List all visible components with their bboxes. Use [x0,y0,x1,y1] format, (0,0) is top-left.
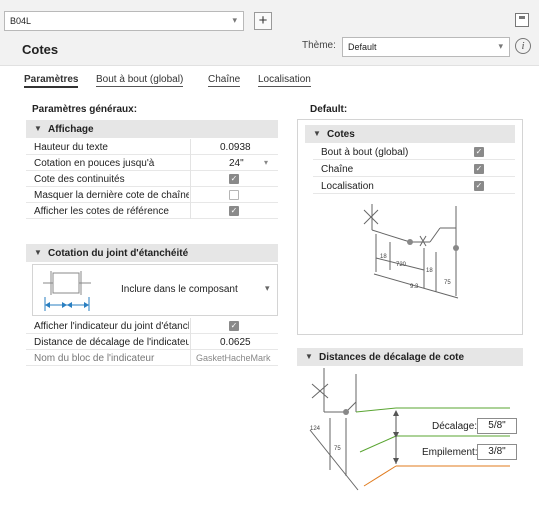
gasket-indicator-checkbox[interactable]: ✓ [229,321,239,331]
gasket-preview-icon [43,271,91,311]
row-label: Afficher les cotes de référence [34,206,169,217]
row-label: Masquer la dernière cote de chaîne [34,190,189,201]
row-nom-bloc: Nom du bloc de l'indicateur GasketHacheM… [26,350,278,366]
chevron-down-icon: ▾ [232,15,237,25]
row-label: Cotation en pouces jusqu'à [34,158,155,169]
collapse-triangle-icon: ▼ [34,248,42,257]
row-label: Bout à bout (global) [321,147,409,158]
chevron-down-icon[interactable]: ▾ [264,158,268,167]
collapse-triangle-icon: ▼ [313,129,321,138]
row-label: Afficher l'indicateur du joint d'étanché… [34,321,189,332]
chaine-checkbox[interactable]: ✓ [474,164,484,174]
row-label: Cote des continuités [34,174,125,185]
gasket-option-select[interactable]: Inclure dans le composant ▾ [32,264,278,316]
row-afficher-indicateur[interactable]: Afficher l'indicateur du joint d'étanché… [26,318,278,334]
tab-localisation[interactable]: Localisation [258,74,311,87]
inch-threshold-value[interactable]: 24" [229,158,244,169]
joint-group-header[interactable]: ▼ Cotation du joint d'étanchéité [26,244,278,262]
collapse-triangle-icon: ▼ [34,124,42,133]
save-icon[interactable] [515,13,529,27]
theme-select-value: Default [348,42,377,52]
dim-label: 9.3 [410,284,419,290]
info-icon[interactable]: i [515,38,531,54]
dim-label: 720 [396,262,407,268]
distances-group-title: Distances de décalage de cote [319,352,465,363]
row-masquer-derniere[interactable]: Masquer la dernière cote de chaîne [26,187,278,203]
row-label: Nom du bloc de l'indicateur [34,353,155,364]
affichage-group-title: Affichage [48,124,94,135]
localisation-checkbox[interactable]: ✓ [474,181,484,191]
add-button[interactable]: + [254,12,272,30]
distances-group-header[interactable]: ▼ Distances de décalage de cote [297,348,523,366]
empilement-input[interactable]: 3/8" [477,444,517,460]
decalage-input[interactable]: 5/8" [477,418,517,434]
continuity-checkbox[interactable]: ✓ [229,174,239,184]
row-cotes-reference[interactable]: Afficher les cotes de référence ✓ [26,203,278,219]
row-hauteur-texte[interactable]: Hauteur du texte 0.0938 [26,139,278,155]
gasket-option-label: Inclure dans le composant [121,284,238,295]
block-name-value: GasketHacheMark [196,353,271,363]
dim-label: 18 [380,254,387,260]
column-divider [190,334,191,350]
column-divider [190,155,191,171]
row-label: Hauteur du texte [34,142,108,153]
dim-label: 18 [426,268,433,274]
row-label: Localisation [321,181,374,192]
column-divider [190,350,191,366]
column-divider [190,318,191,334]
dim-label: 124 [310,426,321,432]
row-bout-a-bout[interactable]: Bout à bout (global) ✓ [313,144,515,160]
decalage-label: Décalage: [432,421,478,432]
dim-label: 75 [444,280,451,286]
column-divider [190,187,191,203]
column-divider [190,171,191,187]
page-title: Cotes [22,42,59,57]
cotes-group-header[interactable]: ▼ Cotes [305,125,515,143]
theme-select[interactable]: Default ▾ [342,37,510,57]
dim-label: 75 [334,446,341,452]
affichage-group-header[interactable]: ▼ Affichage [26,120,278,138]
row-chaine[interactable]: Chaîne ✓ [313,161,515,177]
empilement-label: Empilement: [422,447,478,458]
configuration-combo-value: B04L [10,16,32,26]
row-distance-decalage[interactable]: Distance de décalage de l'indicateur 0.0… [26,334,278,350]
chevron-down-icon: ▾ [498,41,503,51]
tab-bout-a-bout[interactable]: Bout à bout (global) [96,74,184,87]
general-params-heading: Paramètres généraux: [32,104,138,115]
hide-last-chain-checkbox[interactable] [229,190,239,200]
row-label: Chaîne [321,164,354,175]
row-label: Distance de décalage de l'indicateur [34,337,189,348]
theme-label: Thème: [302,40,336,51]
configuration-combo[interactable]: B04L ▾ [4,11,244,31]
column-divider [190,203,191,219]
row-cotation-pouces[interactable]: Cotation en pouces jusqu'à 24" ▾ [26,155,278,171]
reference-dims-checkbox[interactable]: ✓ [229,206,239,216]
default-heading: Default: [310,104,348,115]
row-cote-continuites[interactable]: Cote des continuités ✓ [26,171,278,187]
bout-a-bout-checkbox[interactable]: ✓ [474,147,484,157]
chevron-down-icon: ▾ [265,283,270,293]
column-divider [190,139,191,155]
tab-parametres[interactable]: Paramètres [24,74,79,88]
row-localisation[interactable]: Localisation ✓ [313,178,515,194]
joint-group-title: Cotation du joint d'étanchéité [48,248,189,259]
collapse-triangle-icon: ▼ [305,352,313,361]
indicator-offset-value[interactable]: 0.0625 [220,337,251,348]
text-height-value[interactable]: 0.0938 [220,142,251,153]
dimension-illustration: 18 720 18 9.3 75 [363,204,459,299]
cotes-group-title: Cotes [327,129,355,140]
tab-chaine[interactable]: Chaîne [208,74,241,87]
